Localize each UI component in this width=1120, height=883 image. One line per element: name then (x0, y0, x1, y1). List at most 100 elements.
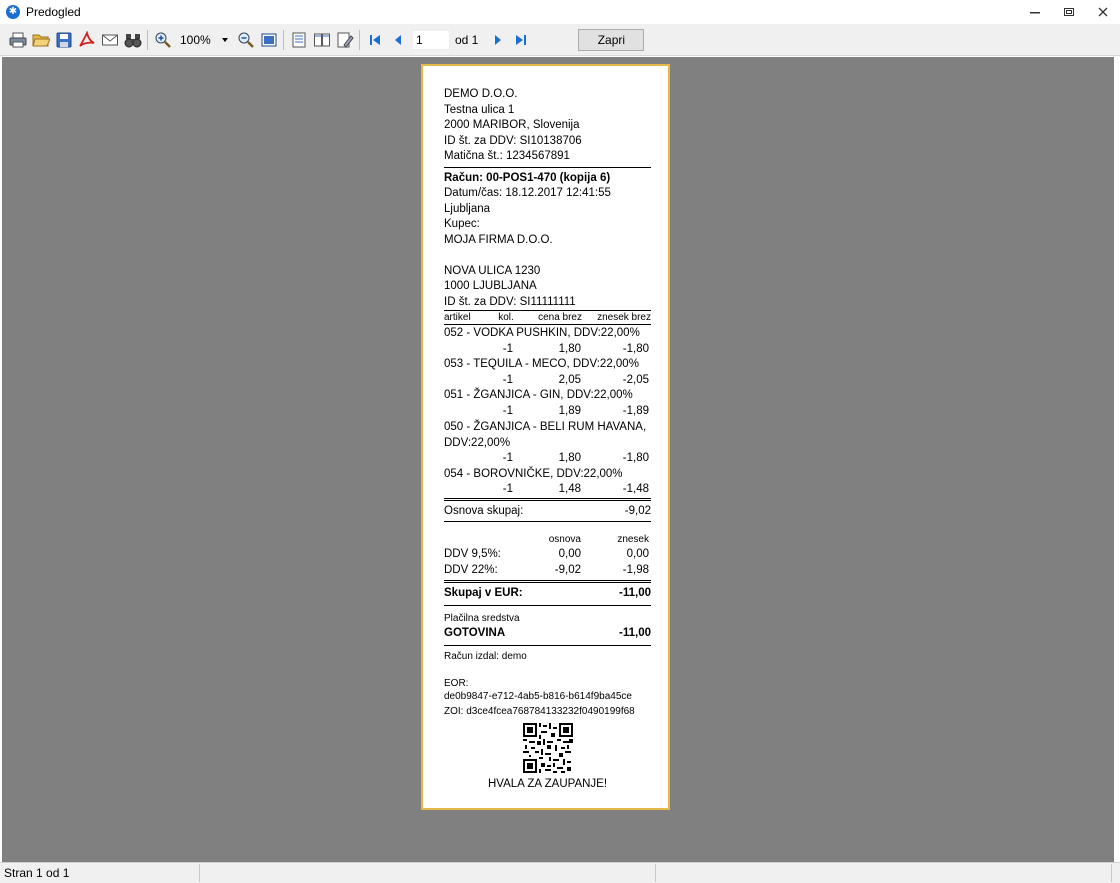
item-price: 1,48 (558, 483, 581, 495)
receipt-page: DEMO D.O.O. Testna ulica 1 2000 MARIBOR,… (421, 64, 670, 810)
double-divider (444, 580, 651, 583)
last-page-icon (515, 34, 526, 45)
buyer-label: Kupec: (444, 218, 480, 230)
item-qty: -1 (502, 342, 513, 355)
buyer-name: MOJA FIRMA D.O.O. (444, 233, 553, 246)
list-item: 052 - VODKA PUSHKIN, DDV:22,00% -1 1,80 … (444, 326, 651, 357)
printer-icon (9, 32, 26, 47)
zoom-in-button[interactable] (151, 28, 174, 51)
base-total-label: Osnova skupaj: (444, 504, 524, 517)
zoom-select[interactable]: 100% (180, 29, 230, 50)
issued-by: Račun izdal: demo (444, 650, 527, 662)
zoom-out-icon (238, 32, 254, 48)
item-values: -1 1,48 -1,48 (444, 482, 651, 498)
window-title: Predogled (26, 5, 81, 19)
invoice-datetime: Datum/čas: 18.12.2017 12:41:55 (444, 187, 611, 199)
export-pdf-button[interactable] (75, 28, 98, 51)
item-amount: -1,80 (622, 342, 649, 355)
item-name: 051 - ŽGANJICA - GIN, DDV:22,00% (444, 389, 633, 401)
open-button[interactable] (29, 28, 52, 51)
toolbar: 100% od 1 Zapri (0, 24, 1120, 56)
tax-col-base: osnova (548, 534, 581, 545)
single-page-button[interactable] (287, 28, 310, 51)
next-page-icon (494, 34, 501, 45)
receipt-content: DEMO D.O.O. Testna ulica 1 2000 MARIBOR,… (444, 66, 651, 793)
base-total-row: Osnova skupaj: -9,02 (444, 504, 651, 520)
eor-label: EOR: (444, 678, 469, 689)
zoom-out-button[interactable] (234, 28, 257, 51)
col-header-amount: znesek brez (597, 312, 651, 323)
total-value: -11,00 (619, 587, 651, 599)
total-label: Skupaj v EUR: (444, 587, 523, 599)
print-button[interactable] (6, 28, 29, 51)
eor-value: de0b9847-e712-4ab5-b816-b614f9ba45ce (444, 691, 632, 702)
restore-icon (1064, 8, 1074, 16)
invoice-location: Ljubljana (444, 202, 491, 215)
buyer-vat: ID št. za DDV: SI11111111 (444, 295, 576, 308)
last-page-button[interactable] (509, 28, 532, 51)
col-header-article: artikel (444, 312, 471, 323)
item-qty: -1 (502, 373, 513, 386)
page-count: od 1 (455, 32, 479, 47)
close-window-button[interactable] (1086, 0, 1120, 24)
double-divider (444, 497, 651, 501)
envelope-icon (101, 34, 118, 45)
chevron-down-icon (222, 37, 228, 42)
toolbar-separator (359, 29, 360, 50)
binoculars-icon (124, 33, 141, 47)
col-header-qty: kol. (498, 312, 514, 323)
window-controls (1018, 0, 1120, 24)
payment-label: Plačilna sredstva (444, 612, 520, 624)
preview-area[interactable]: DEMO D.O.O. Testna ulica 1 2000 MARIBOR,… (2, 57, 1114, 862)
item-name: 052 - VODKA PUSHKIN, DDV:22,00% (444, 327, 640, 339)
list-item: 051 - ŽGANJICA - GIN, DDV:22,00% -1 1,89… (444, 388, 651, 419)
tax-base: -9,02 (554, 563, 581, 576)
app-icon: ✱ (6, 5, 20, 19)
tax-label: DDV 22%: (444, 563, 498, 576)
save-button[interactable] (52, 28, 75, 51)
pdf-icon (78, 30, 94, 47)
minimize-button[interactable] (1018, 0, 1052, 24)
tax-base: 0,00 (558, 548, 581, 560)
page-setup-button[interactable] (333, 28, 356, 51)
page-number-input[interactable] (413, 30, 449, 49)
first-page-icon (369, 34, 380, 45)
item-price: 1,89 (558, 404, 581, 417)
item-amount: -2,05 (622, 373, 649, 386)
item-values: -1 1,89 -1,89 (444, 404, 651, 420)
company-street: Testna ulica 1 (444, 103, 515, 116)
status-cell (200, 864, 656, 882)
two-page-button[interactable] (310, 28, 333, 51)
first-page-button[interactable] (363, 28, 386, 51)
tax-header: osnova znesek (444, 533, 651, 547)
fit-page-icon (261, 33, 276, 46)
item-values: -1 1,80 -1,80 (444, 451, 651, 467)
email-button[interactable] (98, 28, 121, 51)
col-header-price: cena brez (538, 312, 582, 323)
item-price: 1,80 (558, 452, 581, 464)
item-name: 050 - ŽGANJICA - BELI RUM HAVANA, (444, 421, 647, 433)
item-price: 1,80 (558, 342, 581, 355)
close-preview-button[interactable]: Zapri (578, 28, 645, 51)
restore-button[interactable] (1052, 0, 1086, 24)
company-name: DEMO D.O.O. (444, 88, 518, 100)
zoom-value: 100% (180, 32, 211, 47)
item-values: -1 2,05 -2,05 (444, 373, 651, 389)
item-price: 2,05 (558, 373, 581, 386)
status-bar: Stran 1 od 1 (0, 862, 1120, 883)
zoi-value: ZOI: d3ce4fcea768784133232f0490199f68 (444, 706, 635, 717)
tax-amount: -1,98 (622, 563, 649, 576)
previous-page-button[interactable] (386, 28, 409, 51)
tax-label: DDV 9,5%: (444, 548, 501, 560)
find-button[interactable] (121, 28, 144, 51)
divider (444, 604, 651, 606)
items-header: artikel kol. cena brez znesek brez (444, 311, 651, 324)
item-amount: -1,48 (622, 483, 649, 495)
next-page-button[interactable] (486, 28, 509, 51)
toolbar-separator (283, 29, 284, 50)
close-icon (1098, 7, 1108, 17)
tax-amount: 0,00 (626, 548, 649, 560)
fit-page-button[interactable] (257, 28, 280, 51)
list-item: 054 - BOROVNIČKE, DDV:22,00% -1 1,48 -1,… (444, 467, 651, 498)
tax-row: DDV 9,5%: 0,00 0,00 (444, 547, 651, 563)
